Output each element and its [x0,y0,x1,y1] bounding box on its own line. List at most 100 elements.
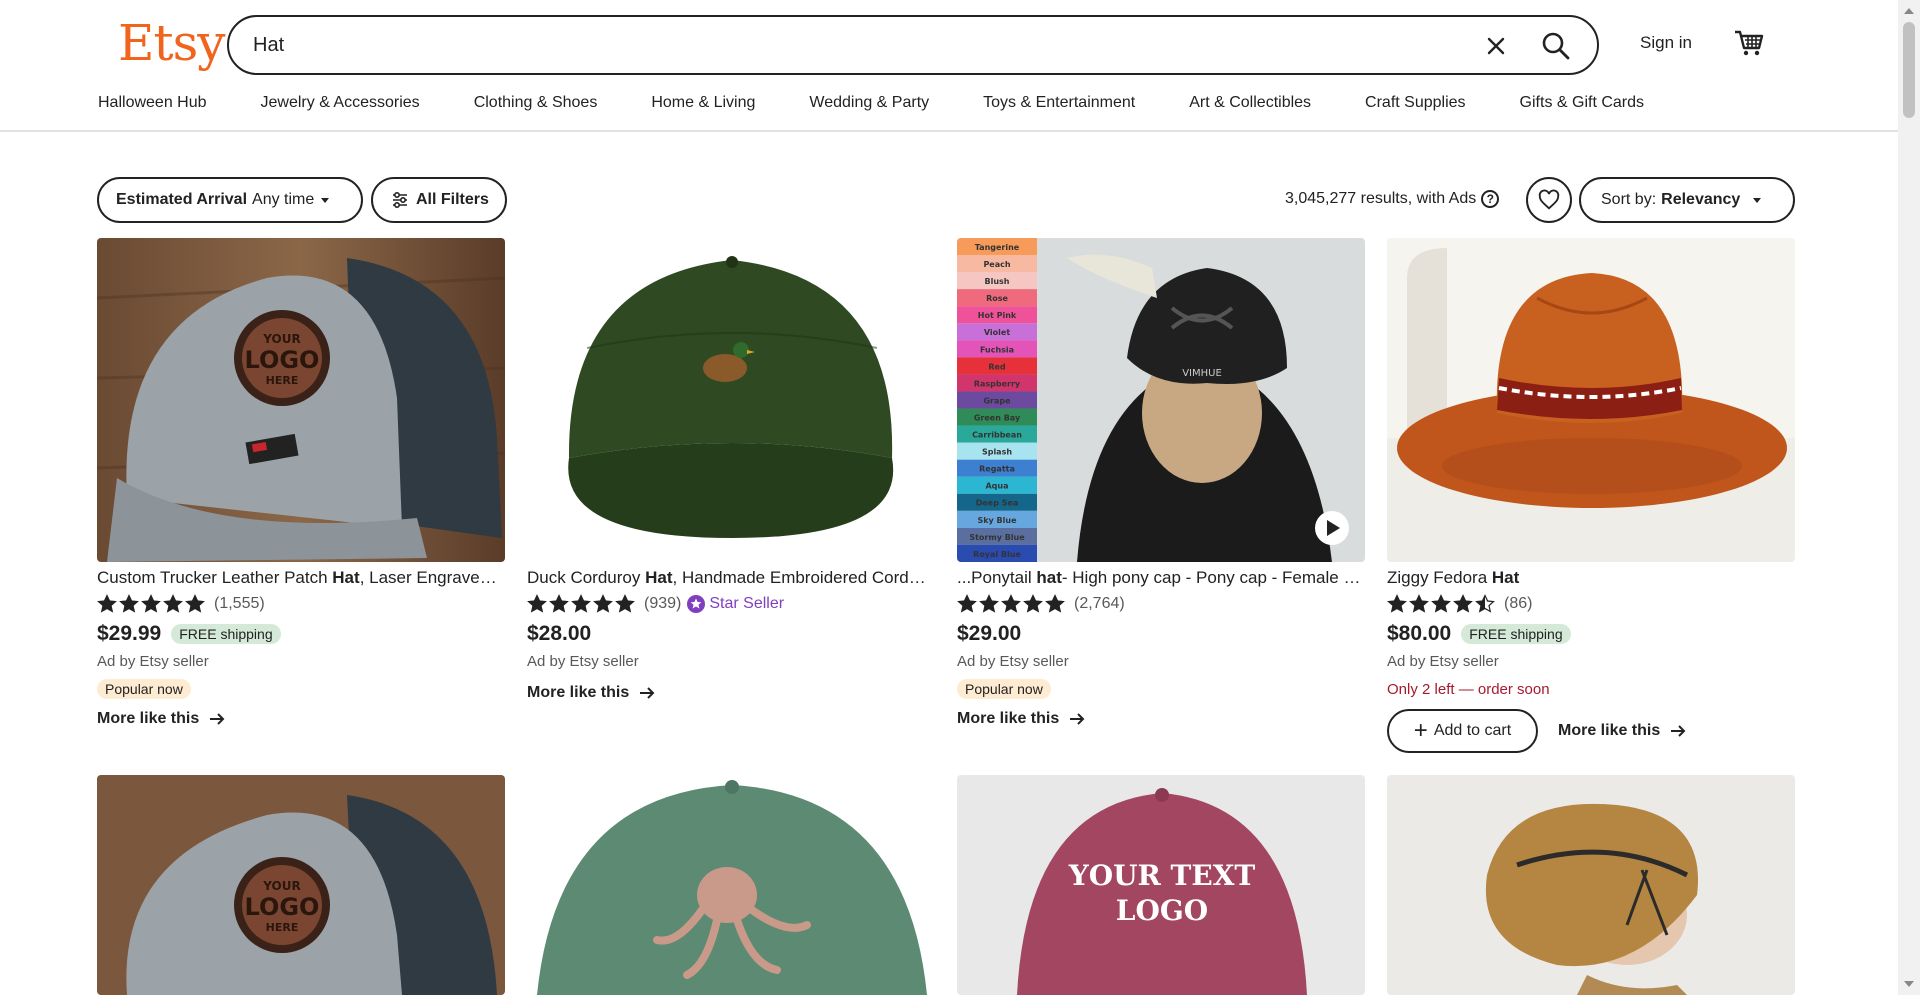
star-icon [141,594,161,613]
color-swatch-label: Fuchsia [980,345,1014,354]
cap-brand-text: VIMHUE [1182,368,1222,379]
ad-label: Ad by Etsy seller [1387,653,1499,670]
listing-image-trucker-hat-2[interactable]: YOUR LOGO HERE [97,775,505,995]
star-icon [571,594,591,613]
star-icon [1001,594,1021,613]
page-scrollbar[interactable] [1898,0,1920,995]
star-icon [593,594,613,613]
nav-halloween-hub[interactable]: Halloween Hub [98,94,207,118]
sign-in-link[interactable]: Sign in [1640,33,1692,53]
price-row: $80.00 FREE shipping [1387,621,1795,647]
listing-price: $80.00 [1387,622,1452,645]
free-shipping-badge: FREE shipping [1461,624,1571,644]
listing-title[interactable]: Ziggy Fedora Hat [1387,567,1795,589]
search-input[interactable] [253,31,1453,59]
listing-image-trucker-hat[interactable]: YOUR LOGO HERE [97,238,505,562]
listing-image-ponytail-cap[interactable]: Tangerine Peach Blush Rose Hot Pink Violet Fuc… [957,238,1365,562]
sort-label: Sort by: [1601,191,1657,208]
listing-rating: (1,555) [97,593,505,615]
color-swatch-label: Sky Blue [977,516,1017,525]
more-like-this-link[interactable]: More like this [957,708,1365,730]
save-search-heart-icon[interactable] [1526,177,1572,223]
color-swatch-label: Regatta [979,465,1015,474]
arrow-right-icon [1671,725,1686,737]
listing-image-duck-cap[interactable] [527,238,935,562]
more-like-this-link[interactable]: More like this [97,708,505,730]
color-swatch-label: Raspberry [974,379,1021,388]
color-swatch-label: Stormy Blue [969,533,1025,542]
arrow-right-icon [210,713,225,725]
cap-custom-text: YOUR TEXT [1068,859,1256,892]
star-icon [1023,594,1043,613]
star-rating [1387,594,1497,614]
listing-rating: (2,764) [957,593,1365,615]
listing-image-fedora[interactable] [1387,238,1795,562]
cart-icon[interactable] [1733,27,1765,59]
price-row: $28.00 [527,621,935,647]
nav-clothing-shoes[interactable]: Clothing & Shoes [474,94,598,118]
free-shipping-badge: FREE shipping [171,624,281,644]
scroll-thumb[interactable] [1903,22,1915,118]
scroll-up-arrow[interactable] [1904,8,1914,14]
review-count: (86) [1504,595,1533,612]
caret-down-icon [1753,197,1762,203]
star-icon [97,594,117,613]
listing-title[interactable]: Custom Trucker Leather Patch Hat, Laser … [97,567,505,589]
patch-text: LOGO [245,893,320,921]
listing-card: Ziggy Fedora Hat (86) $80.00 FREE shippi… [1387,238,1795,753]
nav-gifts-gift-cards[interactable]: Gifts & Gift Cards [1520,94,1644,118]
listing-title[interactable]: Duck Corduroy Hat, Handmade Embroidered … [527,567,935,589]
star-icon [185,594,205,613]
ads-info-icon[interactable]: ? [1481,190,1500,208]
listing-image-custom-text-cap[interactable]: YOUR TEXT LOGO [957,775,1365,995]
patch-text: YOUR [262,879,300,893]
card-actions: + Add to cart More like this [1387,709,1795,753]
star-icon [1475,594,1495,613]
listing-card: Tangerine Peach Blush Rose Hot Pink Violet Fuc… [957,238,1365,730]
star-rating [97,594,207,614]
nav-craft-supplies[interactable]: Craft Supplies [1365,94,1466,118]
review-count: (2,764) [1074,595,1125,612]
more-like-this-link[interactable]: More like this [1558,720,1686,742]
listing-image-sun-hat[interactable] [1387,775,1795,995]
nav-art-collectibles[interactable]: Art & Collectibles [1189,94,1311,118]
price-row: $29.99 FREE shipping [97,621,505,647]
add-to-cart-button[interactable]: + Add to cart [1387,709,1538,753]
sort-dropdown[interactable]: Sort by: Relevancy [1579,177,1795,223]
color-swatch-label: Grape [983,396,1011,405]
scroll-down-arrow[interactable] [1904,981,1914,987]
listing-title[interactable]: ...Ponytail hat- High pony cap - Pony ca… [957,567,1365,589]
ad-label: Ad by Etsy seller [957,653,1069,670]
nav-home-living[interactable]: Home & Living [651,94,755,118]
search-icon[interactable] [1539,29,1573,63]
review-count: (939) [644,595,682,612]
all-filters-button[interactable]: All Filters [371,177,507,223]
caret-down-icon [321,197,330,203]
nav-toys-entertainment[interactable]: Toys & Entertainment [983,94,1135,118]
nav-wedding-party[interactable]: Wedding & Party [809,94,929,118]
nav-jewelry-accessories[interactable]: Jewelry & Accessories [261,94,420,118]
star-rating [957,594,1067,614]
star-icon [549,594,569,613]
star-icon [1453,594,1473,613]
estimated-arrival-filter[interactable]: Estimated Arrival Any time [97,177,363,223]
etsy-logo[interactable]: Etsy [118,14,225,72]
listing-card: YOUR LOGO HERE Custom Trucker Leather Pa… [97,238,505,730]
star-icon [1045,594,1065,613]
listing-rating: (86) [1387,593,1795,615]
star-icon [119,594,139,613]
plus-icon: + [1413,717,1428,744]
clear-search-icon[interactable] [1483,33,1509,59]
listing-image-octopus-cap[interactable] [527,775,935,995]
arrow-right-icon [1070,713,1085,725]
color-swatch-label: Blush [985,277,1010,286]
more-like-this-link[interactable]: More like this [527,682,935,704]
listing-rating: (939) Star Seller [527,593,935,615]
site-header: Etsy Sign in Halloween Hub Jewelry & Acc… [0,0,1898,132]
color-swatch-label: Hot Pink [978,311,1017,320]
star-icon [527,594,547,613]
star-icon [1431,594,1451,613]
patch-text: HERE [266,374,299,387]
results-count: 3,045,277 results, with Ads ? [1285,190,1500,208]
popular-now-badge: Popular now [957,679,1051,699]
